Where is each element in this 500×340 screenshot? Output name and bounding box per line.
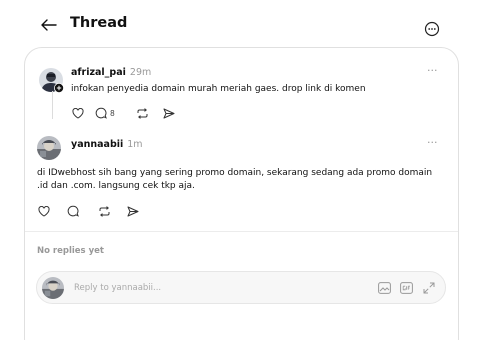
gif-icon[interactable] xyxy=(400,282,413,294)
repost-button[interactable] xyxy=(136,108,149,119)
post-menu-button[interactable]: ··· xyxy=(427,64,438,77)
repost-icon xyxy=(137,108,148,119)
page-title: Thread xyxy=(70,15,128,31)
post-text: infokan penyedia domain murah meriah gae… xyxy=(71,84,366,94)
repost-icon xyxy=(99,206,110,217)
post-menu-button[interactable]: ··· xyxy=(427,136,438,149)
comment-icon xyxy=(67,205,79,217)
image-icon[interactable] xyxy=(378,282,391,294)
expand-icon[interactable] xyxy=(423,282,435,294)
comment-icon xyxy=(95,107,107,119)
send-icon xyxy=(163,108,175,119)
share-button[interactable] xyxy=(163,108,175,119)
post-time: 1m xyxy=(127,139,143,150)
more-circle-icon[interactable] xyxy=(424,21,440,37)
username[interactable]: yannaabii 1m xyxy=(71,139,143,150)
username[interactable]: afrizal_pai 29m xyxy=(71,67,151,78)
back-button[interactable] xyxy=(38,14,60,36)
post-time: 29m xyxy=(129,67,152,78)
top-bar: Thread xyxy=(0,0,500,50)
arrow-left-icon xyxy=(41,19,57,31)
divider xyxy=(25,231,458,232)
like-button[interactable] xyxy=(72,108,84,119)
follow-plus-icon[interactable] xyxy=(54,83,64,93)
thread-connector-line xyxy=(52,91,53,119)
comment-button[interactable]: 8 xyxy=(95,107,115,119)
heart-icon xyxy=(38,206,50,217)
repost-button[interactable] xyxy=(98,206,111,217)
avatar[interactable] xyxy=(37,136,61,160)
reply-input[interactable]: Reply to yannaabii... xyxy=(36,271,446,304)
comment-button[interactable] xyxy=(67,205,79,217)
heart-icon xyxy=(72,108,84,119)
no-replies-label: No replies yet xyxy=(37,246,104,256)
send-icon xyxy=(127,206,139,217)
share-button[interactable] xyxy=(127,206,139,217)
thread-panel: afrizal_pai 29m infokan penyedia domain m… xyxy=(24,47,459,340)
like-button[interactable] xyxy=(38,206,50,217)
post-text-line: .id dan .com. langsung cek tkp aja. xyxy=(37,181,195,191)
avatar xyxy=(42,277,64,299)
reply-placeholder: Reply to yannaabii... xyxy=(74,283,162,293)
post-text-line: di IDwebhost sih bang yang sering promo … xyxy=(37,168,433,178)
reply-count: 8 xyxy=(110,108,115,118)
